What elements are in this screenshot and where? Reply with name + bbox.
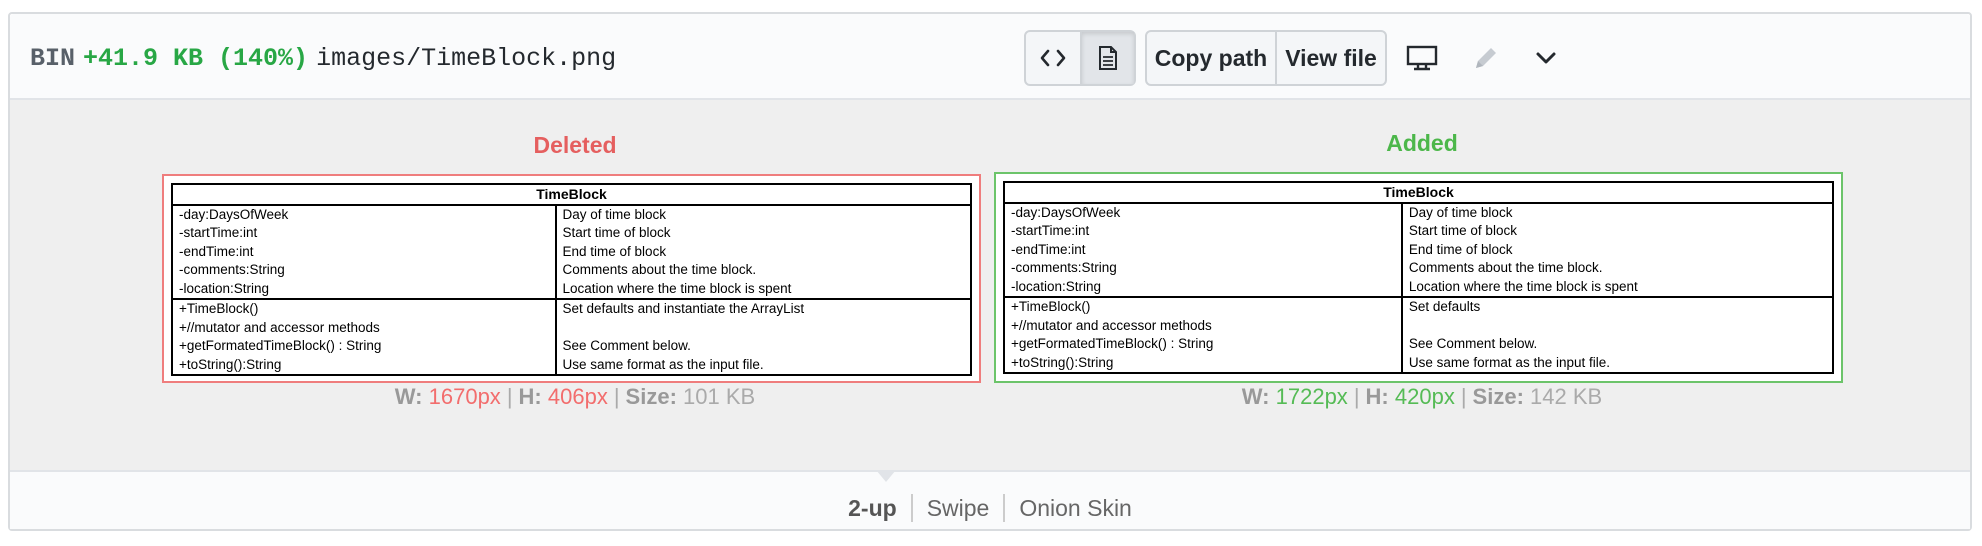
method-note: Set defaults: [1408, 299, 1481, 314]
attribute: -location:String: [1011, 278, 1102, 294]
method: +toString():String: [179, 356, 282, 372]
attribute: -startTime:int: [179, 225, 258, 240]
method-note: Set defaults and instantiate the ArrayLi…: [562, 301, 805, 316]
attribute-note: End time of block: [1408, 241, 1513, 257]
method: +toString():String: [1011, 354, 1114, 370]
separator: |: [1353, 384, 1360, 409]
deleted-image: TimeBlock -day:DaysOfWeek -startTime:int…: [162, 174, 981, 383]
height-value: 420px: [1394, 384, 1455, 409]
method-notes: Set defaults and instantiate the ArrayLi…: [555, 298, 971, 375]
attribute-note: Start time of block: [1408, 223, 1517, 238]
file-actions-group: Copy path View file: [1145, 30, 1387, 86]
view-mode-tabs: 2-up Swipe Onion Skin: [10, 494, 1970, 522]
deleted-label: Deleted: [533, 132, 617, 158]
attribute-note: Location where the time block is spent: [1408, 278, 1638, 294]
copy-path-button[interactable]: Copy path: [1147, 32, 1275, 84]
attribute: -endTime:int: [1011, 241, 1086, 257]
size-label: Size:: [625, 384, 677, 409]
file-info: BIN +41.9 KB (140%) images/TimeBlock.png: [30, 44, 616, 74]
attribute-note: Location where the time block is spent: [562, 280, 792, 296]
width-label: W:: [1241, 384, 1270, 409]
separator: |: [613, 384, 620, 409]
size-value: 142 KB: [1530, 384, 1603, 409]
code-icon: [1040, 49, 1066, 67]
device-desktop-icon[interactable]: [1404, 40, 1440, 76]
attribute: -comments:String: [1011, 260, 1117, 275]
uml-class-diagram: TimeBlock -day:DaysOfWeek -startTime:int…: [171, 183, 972, 376]
size-value: 101 KB: [683, 384, 756, 409]
attribute: -day:DaysOfWeek: [179, 206, 289, 222]
attribute-note: Day of time block: [1408, 204, 1513, 220]
class-title: TimeBlock: [1004, 182, 1833, 204]
attribute-list: -day:DaysOfWeek -startTime:int -endTime:…: [1004, 202, 1403, 297]
view-mode-bar: 2-up Swipe Onion Skin: [10, 470, 1970, 529]
attribute-notes: Day of time block Start time of block En…: [556, 205, 971, 300]
attribute-note: End time of block: [562, 243, 667, 259]
file-path[interactable]: images/TimeBlock.png: [316, 44, 616, 73]
method-note: See Comment below.: [1408, 336, 1538, 351]
added-image: TimeBlock -day:DaysOfWeek -startTime:int…: [994, 172, 1843, 383]
class-title: TimeBlock: [172, 184, 971, 206]
size-label: Size:: [1472, 384, 1524, 409]
active-mode-pointer: [876, 470, 896, 482]
tab-swipe[interactable]: Swipe: [910, 494, 1004, 522]
deleted-image-meta: W: 1670px | H: 406px | Size: 101 KB: [170, 384, 980, 410]
uml-class-diagram: TimeBlock -day:DaysOfWeek -startTime:int…: [1003, 181, 1834, 374]
source-view-button[interactable]: [1026, 32, 1080, 84]
rich-view-button[interactable]: [1080, 32, 1134, 84]
attribute: -comments:String: [179, 262, 285, 277]
file-type-label: BIN: [30, 44, 76, 73]
separator: |: [1460, 384, 1467, 409]
method-note: Use same format as the input file.: [562, 356, 764, 372]
tab-onion-skin[interactable]: Onion Skin: [1003, 494, 1146, 522]
added-label: Added: [1386, 130, 1458, 156]
attribute-note: Start time of block: [562, 225, 671, 240]
size-change: +41.9 KB (140%): [83, 44, 309, 73]
attribute: -location:String: [179, 280, 270, 296]
method-list: +TimeBlock() +//mutator and accessor met…: [172, 298, 557, 375]
method-note: [563, 319, 964, 338]
method: +getFormatedTimeBlock() : String: [179, 338, 382, 353]
method: +TimeBlock(): [179, 301, 259, 316]
width-label: W:: [394, 384, 423, 409]
view-toggle-group: [1024, 30, 1136, 86]
method-notes: Set defaults See Comment below. Use same…: [1401, 296, 1833, 373]
attribute-list: -day:DaysOfWeek -startTime:int -endTime:…: [172, 204, 557, 299]
separator: |: [506, 384, 513, 409]
method: +getFormatedTimeBlock() : String: [1011, 336, 1214, 351]
width-value: 1722px: [1275, 384, 1348, 409]
attribute-note: Comments about the time block.: [1408, 260, 1603, 275]
file-diff: BIN +41.9 KB (140%) images/TimeBlock.png C…: [8, 12, 1972, 531]
tab-2-up[interactable]: 2-up: [834, 494, 911, 522]
method: +//mutator and accessor methods: [1011, 317, 1212, 333]
width-value: 1670px: [428, 384, 501, 409]
height-value: 406px: [547, 384, 608, 409]
chevron-down-icon[interactable]: [1528, 40, 1564, 76]
image-diff-view: Deleted Added TimeBlock -day:DaysOfWeek …: [10, 100, 1970, 470]
method-note: Use same format as the input file.: [1408, 354, 1610, 370]
height-label: H:: [1365, 384, 1389, 409]
attribute: -day:DaysOfWeek: [1011, 204, 1121, 220]
attribute: -startTime:int: [1011, 223, 1090, 238]
pencil-icon[interactable]: [1468, 40, 1504, 76]
attribute-notes: Day of time block Start time of block En…: [1402, 203, 1833, 298]
attribute-note: Comments about the time block.: [562, 262, 757, 277]
attribute: -endTime:int: [179, 243, 254, 259]
method: +TimeBlock(): [1011, 299, 1091, 314]
height-label: H:: [518, 384, 542, 409]
method-note: [1409, 317, 1826, 336]
file-header: BIN +41.9 KB (140%) images/TimeBlock.png C…: [10, 14, 1970, 100]
method-list: +TimeBlock() +//mutator and accessor met…: [1004, 296, 1403, 373]
view-file-button[interactable]: View file: [1275, 32, 1385, 84]
method-note: See Comment below.: [562, 338, 691, 353]
added-image-meta: W: 1722px | H: 420px | Size: 142 KB: [1002, 384, 1842, 410]
method: +//mutator and accessor methods: [179, 319, 380, 335]
file-icon: [1099, 46, 1117, 70]
attribute-note: Day of time block: [562, 206, 667, 222]
